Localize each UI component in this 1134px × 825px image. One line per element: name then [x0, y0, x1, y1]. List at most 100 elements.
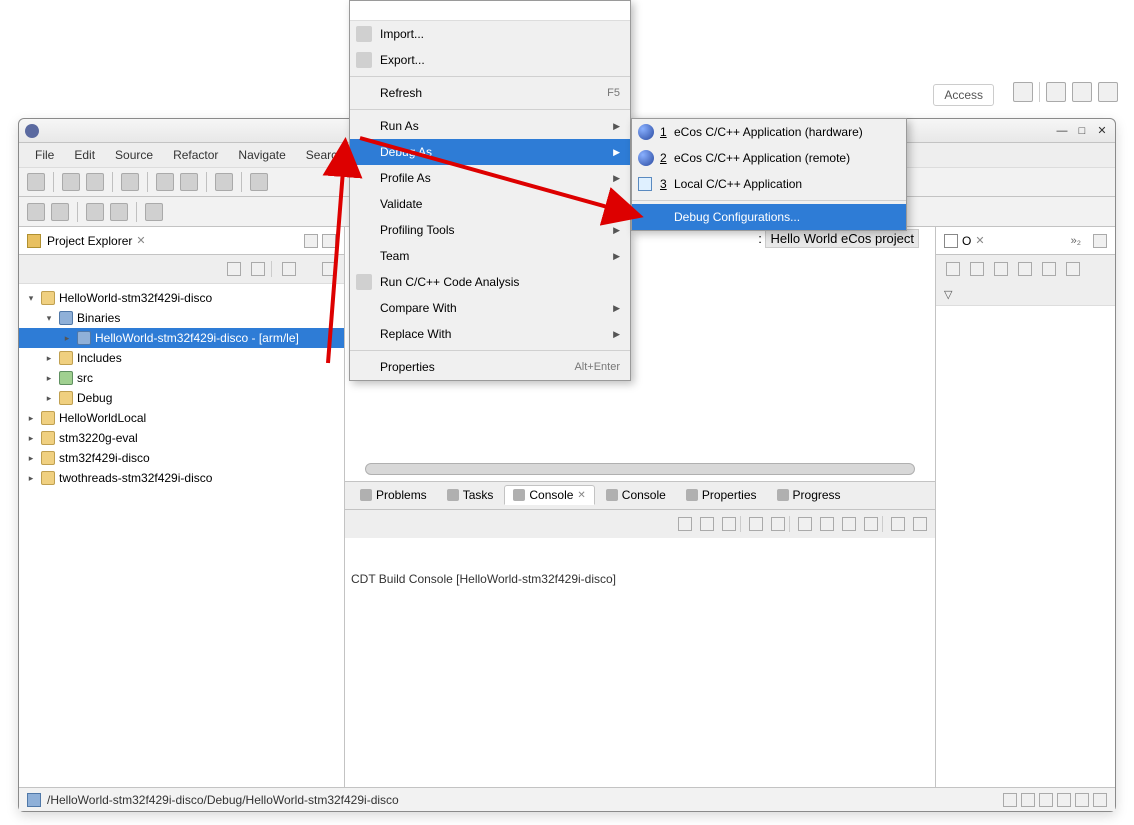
ctx-validate[interactable]: Validate [350, 191, 630, 217]
nav-icon[interactable] [110, 203, 128, 221]
submenu-item[interactable]: 3Local C/C++ Application [632, 171, 906, 197]
status-icon[interactable] [1075, 793, 1089, 807]
ctx-properties[interactable]: PropertiesAlt+Enter [350, 354, 630, 380]
context-menu[interactable]: Import...Export... RefreshF5 Run As▶Debug … [349, 0, 631, 381]
console-icon[interactable] [678, 517, 692, 531]
tree-item[interactable]: ▸stm32f429i-disco [19, 448, 344, 468]
minimize-view-icon[interactable] [304, 234, 318, 248]
minimize-button[interactable]: — [1055, 124, 1069, 138]
status-icon[interactable] [1003, 793, 1017, 807]
close-button[interactable]: ✕ [1095, 124, 1109, 138]
outline-tree[interactable] [936, 305, 1115, 787]
console-output[interactable]: CDT Build Console [HelloWorld-stm32f429i… [345, 538, 935, 788]
menu-file[interactable]: File [27, 146, 62, 164]
outline-collapse[interactable]: ▽ [936, 283, 1115, 305]
tab-problems[interactable]: Problems [351, 485, 436, 505]
tab-properties[interactable]: Properties [677, 485, 766, 505]
ctx-refresh[interactable]: RefreshF5 [350, 80, 630, 106]
console-icon[interactable] [842, 517, 856, 531]
new-icon[interactable] [27, 173, 45, 191]
collapse-all-icon[interactable] [227, 262, 241, 276]
menu-search[interactable]: Search [298, 146, 352, 164]
outline-tb-icon[interactable] [1066, 262, 1080, 276]
debug-as-submenu[interactable]: 1eCos C/C++ Application (hardware)2eCos … [631, 118, 907, 231]
submenu-item[interactable]: 1eCos C/C++ Application (hardware) [632, 119, 906, 145]
outline-tb-icon[interactable] [970, 262, 984, 276]
console-icon[interactable] [913, 517, 927, 531]
nav-icon[interactable] [145, 203, 163, 221]
ctx-team[interactable]: Team▶ [350, 243, 630, 269]
console-icon[interactable] [771, 517, 785, 531]
perspective-icon[interactable] [1013, 82, 1033, 102]
view-menu-icon[interactable] [282, 262, 296, 276]
console-icon[interactable] [891, 517, 905, 531]
forward-icon[interactable] [51, 203, 69, 221]
tree-item[interactable]: ▸Includes [19, 348, 344, 368]
menu-edit[interactable]: Edit [66, 146, 103, 164]
console-icon[interactable] [722, 517, 736, 531]
ctx-run-as[interactable]: Run As▶ [350, 113, 630, 139]
submenu-item[interactable]: 2eCos C/C++ Application (remote) [632, 145, 906, 171]
maximize-button[interactable]: □ [1075, 124, 1089, 138]
outline-tab[interactable]: O ✕ »₂ [936, 227, 1115, 255]
minimize-view-icon[interactable] [1093, 234, 1107, 248]
ctx-run-c-c-code-analysis[interactable]: Run C/C++ Code Analysis [350, 269, 630, 295]
ctx-import-[interactable]: Import... [350, 21, 630, 47]
console-icon[interactable] [864, 517, 878, 531]
tool-icon[interactable] [215, 173, 233, 191]
status-icon[interactable] [1021, 793, 1035, 807]
outline-tb-icon[interactable] [1018, 262, 1032, 276]
tool-icon[interactable] [180, 173, 198, 191]
tree-item[interactable]: ▾Binaries [19, 308, 344, 328]
perspective-icon[interactable] [1072, 82, 1092, 102]
tree-item[interactable]: ▸Debug [19, 388, 344, 408]
outline-tb-icon[interactable] [1042, 262, 1056, 276]
close-tab-icon[interactable]: ✕ [975, 234, 984, 247]
ctx-export-[interactable]: Export... [350, 47, 630, 73]
tool-icon[interactable] [250, 173, 268, 191]
console-icon[interactable] [820, 517, 834, 531]
ctx-compare-with[interactable]: Compare With▶ [350, 295, 630, 321]
ctx-profiling-tools[interactable]: Profiling Tools▶ [350, 217, 630, 243]
ctx-profile-as[interactable]: Profile As▶ [350, 165, 630, 191]
build-icon[interactable] [121, 173, 139, 191]
tree-item[interactable]: ▸src [19, 368, 344, 388]
outline-more[interactable]: »₂ [1071, 235, 1081, 247]
save-all-icon[interactable] [86, 173, 104, 191]
perspective-icon[interactable] [1046, 82, 1066, 102]
tab-tasks[interactable]: Tasks [438, 485, 503, 505]
tree-item[interactable]: ▸HelloWorld-stm32f429i-disco - [arm/le] [19, 328, 344, 348]
tree-item[interactable]: ▸stm3220g-eval [19, 428, 344, 448]
console-icon[interactable] [749, 517, 763, 531]
submenu-item[interactable]: Debug Configurations... [632, 204, 906, 230]
horizontal-scrollbar[interactable] [365, 463, 915, 475]
tab-console[interactable]: Console✕ [504, 485, 594, 505]
project-tree[interactable]: ▾HelloWorld-stm32f429i-disco▾Binaries▸He… [19, 283, 344, 787]
menu-icon[interactable] [322, 262, 336, 276]
ctx-replace-with[interactable]: Replace With▶ [350, 321, 630, 347]
tab-progress[interactable]: Progress [768, 485, 850, 505]
console-icon[interactable] [700, 517, 714, 531]
close-tab-icon[interactable]: ✕ [136, 234, 145, 247]
tree-item[interactable]: ▸twothreads-stm32f429i-disco [19, 468, 344, 488]
nav-icon[interactable] [86, 203, 104, 221]
link-editor-icon[interactable] [251, 262, 265, 276]
menu-navigate[interactable]: Navigate [230, 146, 293, 164]
ctx-debug-as[interactable]: Debug As▶ [350, 139, 630, 165]
quick-access[interactable]: Access [933, 84, 994, 106]
status-icon[interactable] [1057, 793, 1071, 807]
back-icon[interactable] [27, 203, 45, 221]
tree-item[interactable]: ▾HelloWorld-stm32f429i-disco [19, 288, 344, 308]
maximize-view-icon[interactable] [322, 234, 336, 248]
tab-console[interactable]: Console [597, 485, 675, 505]
tree-item[interactable]: ▸HelloWorldLocal [19, 408, 344, 428]
project-explorer-tab[interactable]: Project Explorer ✕ [19, 227, 344, 255]
perspective-icon[interactable] [1098, 82, 1118, 102]
outline-tb-icon[interactable] [946, 262, 960, 276]
outline-tb-icon[interactable] [994, 262, 1008, 276]
status-icon[interactable] [1039, 793, 1053, 807]
console-icon[interactable] [798, 517, 812, 531]
save-icon[interactable] [62, 173, 80, 191]
status-icon[interactable] [1093, 793, 1107, 807]
menu-source[interactable]: Source [107, 146, 161, 164]
